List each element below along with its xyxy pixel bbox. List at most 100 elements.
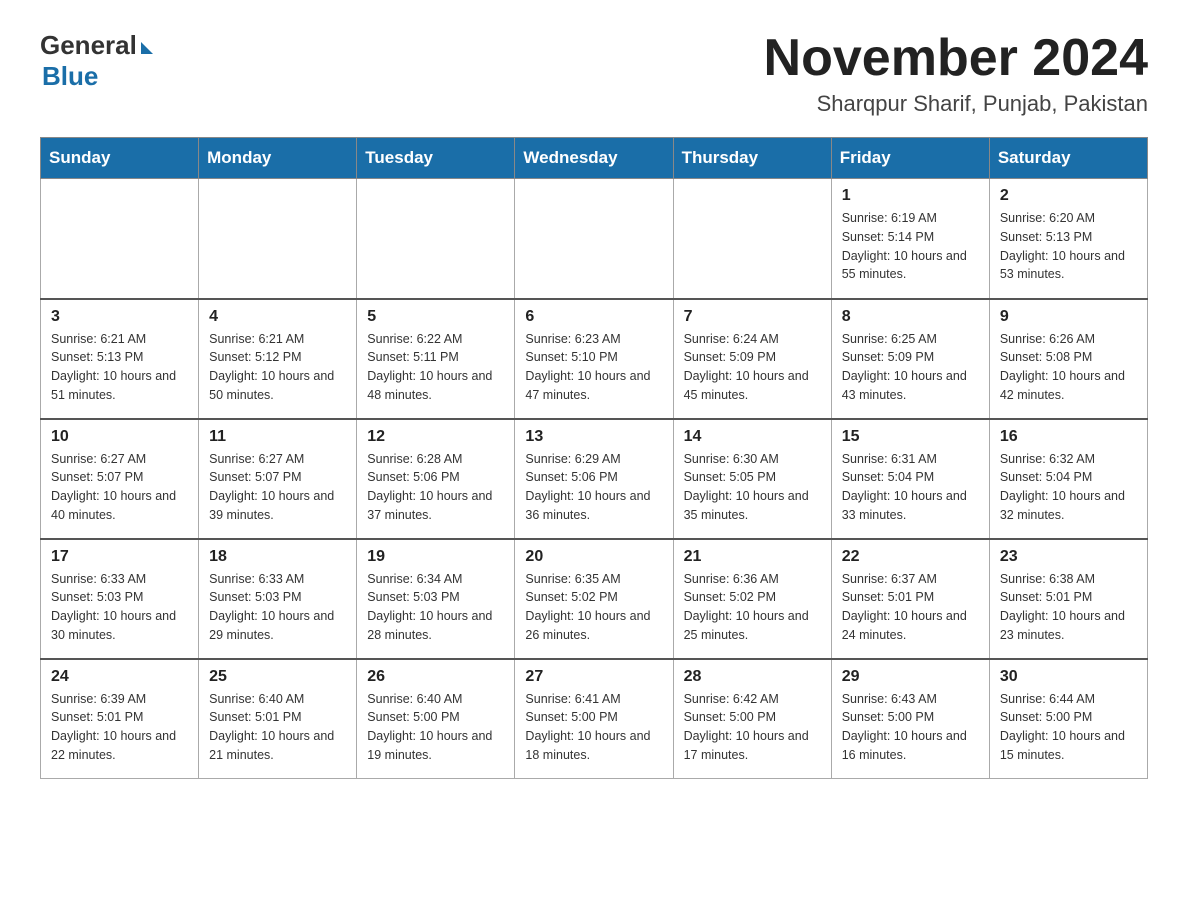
calendar-cell: 19 Sunrise: 6:34 AMSunset: 5:03 PMDayligh… xyxy=(357,539,515,659)
day-number: 8 xyxy=(842,308,979,326)
calendar-header-friday: Friday xyxy=(831,138,989,179)
day-info: Sunrise: 6:26 AMSunset: 5:08 PMDaylight:… xyxy=(1000,330,1137,405)
day-number: 7 xyxy=(684,308,821,326)
day-number: 19 xyxy=(367,548,504,566)
logo-general-text: General xyxy=(40,30,153,61)
calendar-cell xyxy=(673,179,831,299)
day-number: 3 xyxy=(51,308,188,326)
calendar-cell: 15Sunrise: 6:31 AMSunset: 5:04 PMDayligh… xyxy=(831,419,989,539)
calendar-cell: 17 Sunrise: 6:33 AMSunset: 5:03 PMDayligh… xyxy=(41,539,199,659)
day-info: Sunrise: 6:21 AMSunset: 5:13 PMDaylight:… xyxy=(51,330,188,405)
calendar-cell: 27Sunrise: 6:41 AMSunset: 5:00 PMDayligh… xyxy=(515,659,673,779)
calendar-header-wednesday: Wednesday xyxy=(515,138,673,179)
day-number: 25 xyxy=(209,668,346,686)
calendar-cell xyxy=(41,179,199,299)
calendar-cell: 13 Sunrise: 6:29 AMSunset: 5:06 PMDayligh… xyxy=(515,419,673,539)
day-info: Sunrise: 6:27 AMSunset: 5:07 PMDaylight:… xyxy=(209,450,346,525)
calendar-cell xyxy=(357,179,515,299)
calendar-week-1: 1Sunrise: 6:19 AMSunset: 5:14 PMDaylight… xyxy=(41,179,1148,299)
calendar-cell: 6 Sunrise: 6:23 AMSunset: 5:10 PMDaylight… xyxy=(515,299,673,419)
logo: General Blue xyxy=(40,30,153,92)
day-info: Sunrise: 6:33 AMSunset: 5:03 PMDaylight:… xyxy=(51,570,188,645)
day-number: 11 xyxy=(209,428,346,446)
day-info: Sunrise: 6:44 AMSunset: 5:00 PMDaylight:… xyxy=(1000,690,1137,765)
day-number: 2 xyxy=(1000,187,1137,205)
day-info: Sunrise: 6:40 AMSunset: 5:01 PMDaylight:… xyxy=(209,690,346,765)
day-number: 14 xyxy=(684,428,821,446)
calendar-header-saturday: Saturday xyxy=(989,138,1147,179)
day-number: 16 xyxy=(1000,428,1137,446)
calendar-cell xyxy=(515,179,673,299)
day-number: 30 xyxy=(1000,668,1137,686)
day-info: Sunrise: 6:36 AMSunset: 5:02 PMDaylight:… xyxy=(684,570,821,645)
day-info: Sunrise: 6:37 AMSunset: 5:01 PMDaylight:… xyxy=(842,570,979,645)
day-number: 18 xyxy=(209,548,346,566)
day-info: Sunrise: 6:33 AMSunset: 5:03 PMDaylight:… xyxy=(209,570,346,645)
day-number: 23 xyxy=(1000,548,1137,566)
calendar-cell: 25 Sunrise: 6:40 AMSunset: 5:01 PMDayligh… xyxy=(199,659,357,779)
day-info: Sunrise: 6:21 AMSunset: 5:12 PMDaylight:… xyxy=(209,330,346,405)
day-info: Sunrise: 6:28 AMSunset: 5:06 PMDaylight:… xyxy=(367,450,504,525)
calendar-cell: 28Sunrise: 6:42 AMSunset: 5:00 PMDayligh… xyxy=(673,659,831,779)
calendar-week-2: 3 Sunrise: 6:21 AMSunset: 5:13 PMDaylight… xyxy=(41,299,1148,419)
calendar-cell: 20Sunrise: 6:35 AMSunset: 5:02 PMDayligh… xyxy=(515,539,673,659)
calendar-header-thursday: Thursday xyxy=(673,138,831,179)
calendar-cell: 4 Sunrise: 6:21 AMSunset: 5:12 PMDaylight… xyxy=(199,299,357,419)
day-number: 28 xyxy=(684,668,821,686)
day-info: Sunrise: 6:19 AMSunset: 5:14 PMDaylight:… xyxy=(842,209,979,284)
calendar-cell: 8 Sunrise: 6:25 AMSunset: 5:09 PMDaylight… xyxy=(831,299,989,419)
calendar-header-row: SundayMondayTuesdayWednesdayThursdayFrid… xyxy=(41,138,1148,179)
calendar-cell: 1Sunrise: 6:19 AMSunset: 5:14 PMDaylight… xyxy=(831,179,989,299)
calendar-cell: 10 Sunrise: 6:27 AMSunset: 5:07 PMDayligh… xyxy=(41,419,199,539)
day-info: Sunrise: 6:31 AMSunset: 5:04 PMDaylight:… xyxy=(842,450,979,525)
day-info: Sunrise: 6:23 AMSunset: 5:10 PMDaylight:… xyxy=(525,330,662,405)
day-info: Sunrise: 6:43 AMSunset: 5:00 PMDaylight:… xyxy=(842,690,979,765)
day-info: Sunrise: 6:30 AMSunset: 5:05 PMDaylight:… xyxy=(684,450,821,525)
day-info: Sunrise: 6:22 AMSunset: 5:11 PMDaylight:… xyxy=(367,330,504,405)
day-info: Sunrise: 6:27 AMSunset: 5:07 PMDaylight:… xyxy=(51,450,188,525)
calendar-cell: 12Sunrise: 6:28 AMSunset: 5:06 PMDayligh… xyxy=(357,419,515,539)
day-info: Sunrise: 6:40 AMSunset: 5:00 PMDaylight:… xyxy=(367,690,504,765)
calendar-table: SundayMondayTuesdayWednesdayThursdayFrid… xyxy=(40,137,1148,779)
day-number: 17 xyxy=(51,548,188,566)
calendar-week-5: 24 Sunrise: 6:39 AMSunset: 5:01 PMDayligh… xyxy=(41,659,1148,779)
day-info: Sunrise: 6:38 AMSunset: 5:01 PMDaylight:… xyxy=(1000,570,1137,645)
calendar-cell: 3 Sunrise: 6:21 AMSunset: 5:13 PMDaylight… xyxy=(41,299,199,419)
day-number: 24 xyxy=(51,668,188,686)
day-number: 5 xyxy=(367,308,504,326)
location-text: Sharqpur Sharif, Punjab, Pakistan xyxy=(764,91,1148,117)
day-number: 26 xyxy=(367,668,504,686)
calendar-header-monday: Monday xyxy=(199,138,357,179)
calendar-cell: 7Sunrise: 6:24 AMSunset: 5:09 PMDaylight… xyxy=(673,299,831,419)
day-info: Sunrise: 6:34 AMSunset: 5:03 PMDaylight:… xyxy=(367,570,504,645)
calendar-cell: 14 Sunrise: 6:30 AMSunset: 5:05 PMDayligh… xyxy=(673,419,831,539)
title-block: November 2024 Sharqpur Sharif, Punjab, P… xyxy=(764,30,1148,117)
day-info: Sunrise: 6:25 AMSunset: 5:09 PMDaylight:… xyxy=(842,330,979,405)
calendar-cell: 21 Sunrise: 6:36 AMSunset: 5:02 PMDayligh… xyxy=(673,539,831,659)
day-number: 4 xyxy=(209,308,346,326)
calendar-cell: 5 Sunrise: 6:22 AMSunset: 5:11 PMDaylight… xyxy=(357,299,515,419)
calendar-header-tuesday: Tuesday xyxy=(357,138,515,179)
calendar-cell: 18 Sunrise: 6:33 AMSunset: 5:03 PMDayligh… xyxy=(199,539,357,659)
calendar-header-sunday: Sunday xyxy=(41,138,199,179)
day-number: 10 xyxy=(51,428,188,446)
day-info: Sunrise: 6:29 AMSunset: 5:06 PMDaylight:… xyxy=(525,450,662,525)
day-info: Sunrise: 6:39 AMSunset: 5:01 PMDaylight:… xyxy=(51,690,188,765)
day-number: 21 xyxy=(684,548,821,566)
calendar-cell: 11 Sunrise: 6:27 AMSunset: 5:07 PMDayligh… xyxy=(199,419,357,539)
calendar-cell: 29Sunrise: 6:43 AMSunset: 5:00 PMDayligh… xyxy=(831,659,989,779)
day-number: 27 xyxy=(525,668,662,686)
calendar-cell: 16Sunrise: 6:32 AMSunset: 5:04 PMDayligh… xyxy=(989,419,1147,539)
day-number: 22 xyxy=(842,548,979,566)
calendar-week-4: 17 Sunrise: 6:33 AMSunset: 5:03 PMDayligh… xyxy=(41,539,1148,659)
calendar-cell: 30 Sunrise: 6:44 AMSunset: 5:00 PMDayligh… xyxy=(989,659,1147,779)
calendar-cell: 22 Sunrise: 6:37 AMSunset: 5:01 PMDayligh… xyxy=(831,539,989,659)
logo-arrow-icon xyxy=(141,42,153,54)
day-number: 13 xyxy=(525,428,662,446)
day-number: 20 xyxy=(525,548,662,566)
day-number: 9 xyxy=(1000,308,1137,326)
calendar-week-3: 10 Sunrise: 6:27 AMSunset: 5:07 PMDayligh… xyxy=(41,419,1148,539)
calendar-cell: 26 Sunrise: 6:40 AMSunset: 5:00 PMDayligh… xyxy=(357,659,515,779)
calendar-cell xyxy=(199,179,357,299)
day-number: 6 xyxy=(525,308,662,326)
